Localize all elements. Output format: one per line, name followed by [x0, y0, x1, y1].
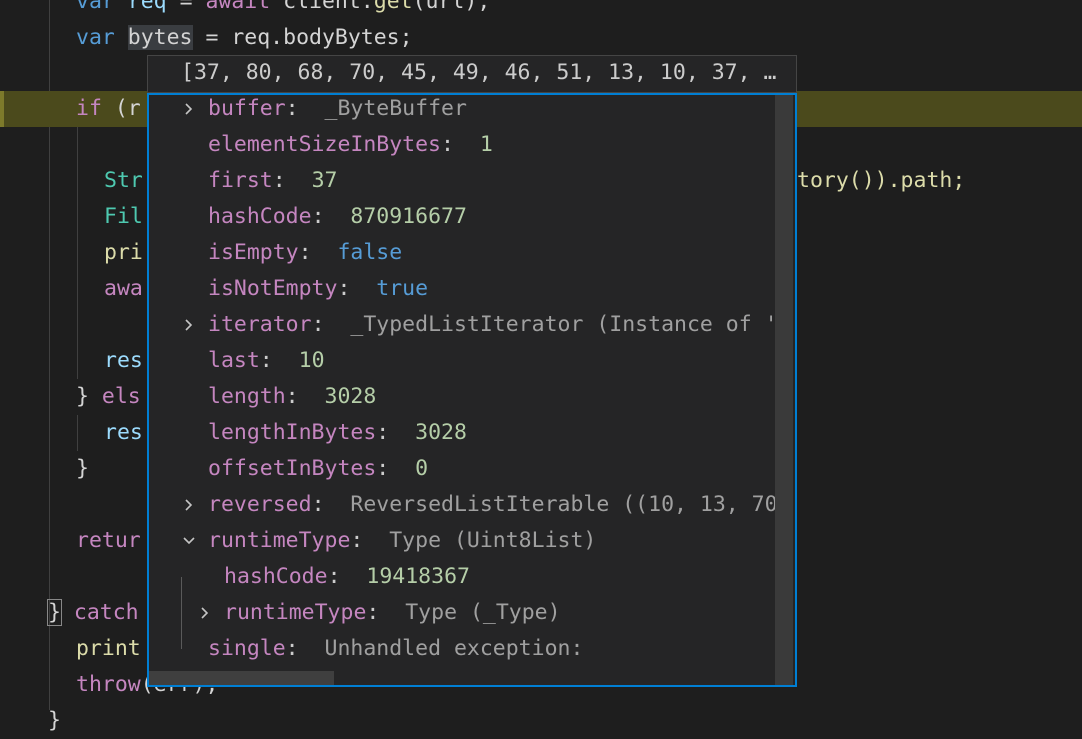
tree-value: _ByteBuffer — [324, 96, 467, 121]
indent-guide — [77, 127, 78, 379]
code-line: var bytes = req.bodyBytes; — [76, 25, 413, 50]
tree-indent-guide — [181, 577, 182, 649]
tree-key: isNotEmpty — [208, 276, 338, 301]
tree-key: hashCode — [224, 564, 328, 589]
tree-value: 3028 — [415, 420, 467, 445]
tree-value: 870916677 — [350, 204, 467, 229]
chevron-right-icon[interactable] — [179, 487, 197, 523]
code-line: res — [104, 420, 143, 445]
tree-key: hashCode — [208, 204, 312, 229]
tree-row-runtimetype[interactable]: runtimeType: Type (_Type) — [201, 595, 561, 631]
code-line: if (r — [76, 96, 141, 121]
tree-value: _TypedListIterator (Instance of '_ — [350, 312, 791, 337]
tree-value: false — [337, 240, 403, 265]
tree-key: single — [208, 636, 286, 661]
code-line: retur — [76, 528, 141, 553]
tree-row-buffer[interactable]: buffer: _ByteBuffer — [185, 95, 467, 127]
tree-value: Type (_Type) — [405, 600, 561, 625]
chevron-right-icon[interactable] — [179, 95, 197, 127]
tree-value: Unhandled exception: — [324, 636, 584, 661]
chevron-right-icon[interactable] — [179, 307, 197, 343]
chevron-down-icon[interactable] — [179, 523, 197, 559]
tree-value: 10 — [298, 348, 325, 373]
tree-key: reversed — [208, 492, 312, 517]
tree-value: 0 — [415, 456, 429, 481]
tree-row-hashcode[interactable]: hashCode: 19418367 — [224, 559, 470, 595]
tree-row-last[interactable]: last: 10 — [208, 343, 325, 379]
tree-row-elementsizeinbytes[interactable]: elementSizeInBytes: 1 — [208, 127, 493, 163]
code-line: awa — [104, 276, 143, 301]
tree-row-hashcode[interactable]: hashCode: 870916677 — [208, 199, 467, 235]
code-line: pri — [104, 240, 143, 265]
tree-key: lengthInBytes — [208, 420, 377, 445]
code-line: print — [76, 636, 141, 661]
code-line: var req = await client.get(url); — [76, 0, 491, 14]
tree-row-iterator[interactable]: iterator: _TypedListIterator (Instance o… — [185, 307, 791, 343]
tree-key: length — [208, 384, 286, 409]
tree-value: true — [376, 276, 429, 301]
tree-value: 1 — [479, 132, 493, 157]
tree-row-single[interactable]: single: Unhandled exception: — [208, 631, 583, 667]
debug-hover-value: [37, 80, 68, 70, 45, 49, 46, 51, 13, 10,… — [147, 55, 797, 93]
tree-key: runtimeType — [224, 600, 367, 625]
tree-value: 37 — [311, 168, 338, 193]
tree-value: 3028 — [324, 384, 377, 409]
code-line: tory()).path; — [797, 168, 966, 193]
tree-key: buffer — [208, 96, 286, 121]
tree-row-lengthinbytes[interactable]: lengthInBytes: 3028 — [208, 415, 467, 451]
chevron-right-icon[interactable] — [195, 595, 213, 631]
tree-row-runtimetype[interactable]: runtimeType: Type (Uint8List) — [183, 523, 597, 559]
code-line: Fil — [104, 204, 143, 229]
tree-key: elementSizeInBytes — [208, 132, 441, 157]
tree-row-first[interactable]: first: 37 — [208, 163, 337, 199]
tree-value: 19418367 — [366, 564, 470, 589]
code-line: } els — [76, 384, 141, 409]
tree-key: last — [208, 348, 260, 373]
code-line: } catch — [47, 599, 139, 626]
tree-row-length[interactable]: length: 3028 — [208, 379, 376, 415]
horizontal-scrollbar[interactable] — [149, 671, 334, 685]
tree-row-isempty[interactable]: isEmpty: false — [208, 235, 402, 271]
tree-row-isnotempty[interactable]: isNotEmpty: true — [208, 271, 428, 307]
tree-value: ReversedListIterable ((10, 13, 70, — [350, 492, 791, 517]
debug-line-marker — [0, 91, 4, 127]
code-line: } — [76, 456, 89, 481]
code-line: res — [104, 348, 143, 373]
indent-guide — [77, 415, 78, 451]
hovered-variable: bytes — [127, 25, 193, 50]
tree-key: offsetInBytes — [208, 456, 377, 481]
tree-key: first — [208, 168, 273, 193]
tree-value: Type (Uint8List) — [389, 528, 597, 553]
tree-key: runtimeType — [208, 528, 351, 553]
tree-row-offsetinbytes[interactable]: offsetInBytes: 0 — [208, 451, 428, 487]
code-line: Str — [104, 168, 143, 193]
code-line: } — [48, 708, 61, 733]
tree-row-reversed[interactable]: reversed: ReversedListIterable ((10, 13,… — [185, 487, 791, 523]
debug-hover-tree[interactable]: buffer: _ByteBuffer elementSizeInBytes: 1… — [147, 93, 797, 687]
tree-key: iterator — [208, 312, 312, 337]
vertical-scrollbar[interactable] — [775, 95, 793, 685]
tree-key: isEmpty — [208, 240, 299, 265]
